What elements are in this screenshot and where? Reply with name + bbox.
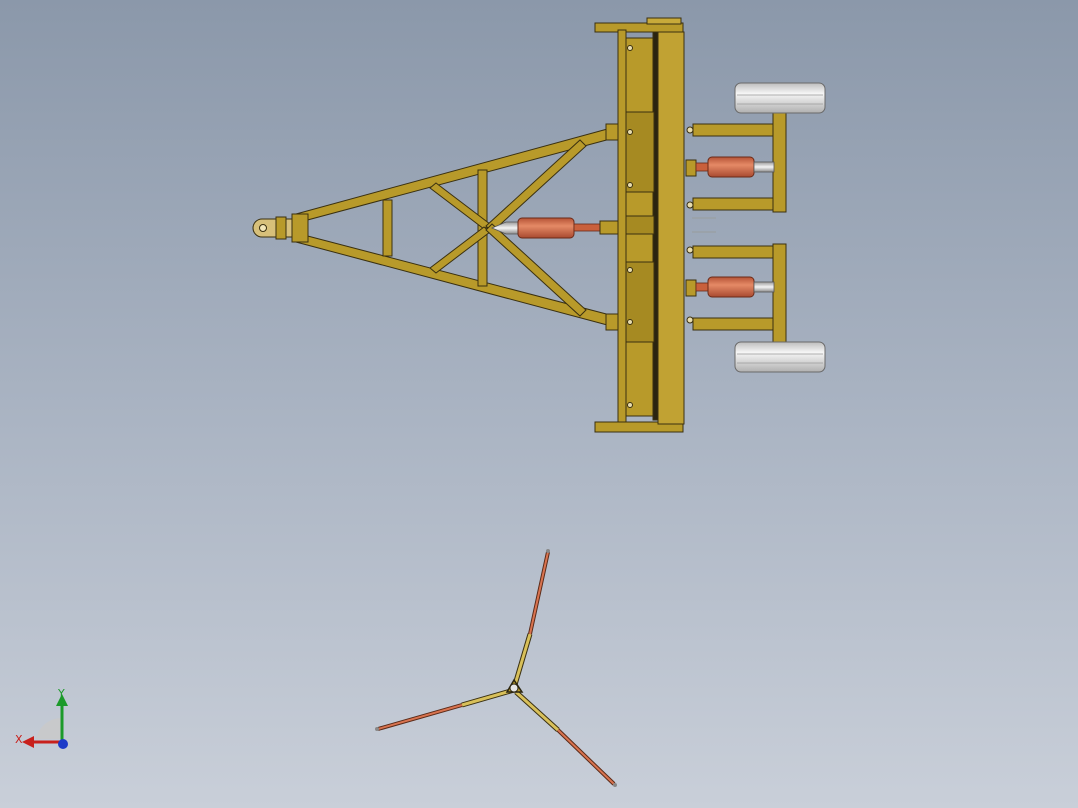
tow-pin-rods bbox=[692, 217, 716, 233]
hitch-eye[interactable] bbox=[252, 216, 293, 240]
three-arm-linkage[interactable] bbox=[375, 549, 617, 787]
x-arrow-icon bbox=[22, 736, 34, 748]
linkage-arm-right[interactable] bbox=[514, 690, 617, 787]
wheel-upper[interactable] bbox=[734, 82, 826, 114]
cad-model-scene[interactable] bbox=[0, 0, 1078, 808]
wheel-cylinder-lower[interactable] bbox=[695, 276, 775, 298]
main-cylinder[interactable] bbox=[490, 217, 619, 239]
z-axis-icon bbox=[58, 739, 68, 749]
reference-triad: X Y bbox=[10, 684, 80, 754]
y-axis-label: Y bbox=[58, 687, 65, 700]
linkage-arm-up[interactable] bbox=[511, 549, 550, 689]
graphics-viewport[interactable]: X Y bbox=[0, 0, 1078, 808]
wheel-cylinder-upper[interactable] bbox=[695, 156, 775, 178]
linkage-arm-left[interactable] bbox=[375, 687, 515, 731]
x-axis-label: X bbox=[15, 733, 23, 746]
wheel-lower[interactable] bbox=[734, 341, 826, 373]
